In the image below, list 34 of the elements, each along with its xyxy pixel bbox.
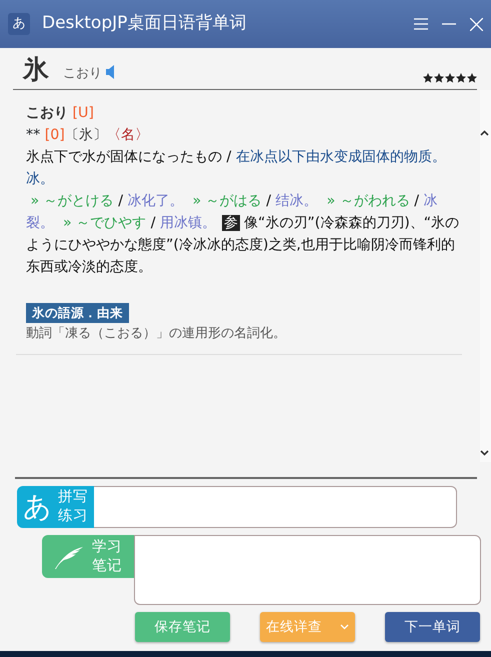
star-icon: [445, 73, 455, 83]
star-icon: [467, 73, 477, 83]
save-notes-button[interactable]: 保存笔记: [135, 612, 230, 642]
menu-icon: [414, 18, 428, 30]
lookup-online-button[interactable]: 在线详查: [260, 612, 355, 642]
accent-mark: [0]: [44, 127, 65, 143]
window-title: DesktopJP桌面日语背单词: [42, 12, 246, 36]
etymology-text: 動詞「凍る（こおる）」の連用形の名詞化。: [26, 325, 287, 343]
speaker-icon[interactable]: [106, 65, 116, 80]
frequency-mark: **: [26, 127, 40, 143]
next-word-button[interactable]: 下一单词: [385, 612, 480, 642]
star-icon: [434, 73, 444, 83]
word-form: 〔氷〕: [64, 127, 107, 143]
part-of-speech: 〈名〉: [106, 127, 149, 143]
menu-button[interactable]: [414, 18, 428, 30]
entry-heading: こおり: [26, 105, 68, 121]
scroll-down-icon[interactable]: [480, 450, 489, 456]
notes-label: 学习 笔记: [92, 538, 122, 576]
spelling-label: 拼写 练习: [58, 488, 88, 526]
definition-text: 氷点下で水が固体になったもの / 在冰点以下由水变成固体的物质。冰。: [26, 148, 447, 189]
close-button[interactable]: [470, 18, 483, 30]
hiragana-icon: あ: [23, 493, 52, 521]
star-icon: [456, 73, 466, 83]
star-icon: [423, 73, 433, 83]
notes-field[interactable]: [134, 535, 481, 605]
spelling-field[interactable]: [94, 486, 457, 528]
etymology-heading: 氷の語源．由来: [26, 303, 129, 323]
usage-text: » ～がとける / 冰化了。 » ～がはる / 结冰。 » ～がわれる / 冰裂。 » ～でひやす / 用冰镇。 参 像“氷の刃”(冷森森的刀刃)、“氷のようにひややかな態度”(冷冰冰的态度)之类,也用于比喻阴冷而锋利的东西或冷淡的态度。: [26, 192, 460, 277]
app-icon: あ: [8, 13, 30, 35]
word-reading: こおり: [63, 64, 102, 82]
entry-tag: [U]: [72, 105, 94, 121]
scroll-up-icon[interactable]: [480, 130, 489, 136]
word-kanji: 氷: [23, 57, 49, 83]
close-icon: [470, 18, 483, 30]
